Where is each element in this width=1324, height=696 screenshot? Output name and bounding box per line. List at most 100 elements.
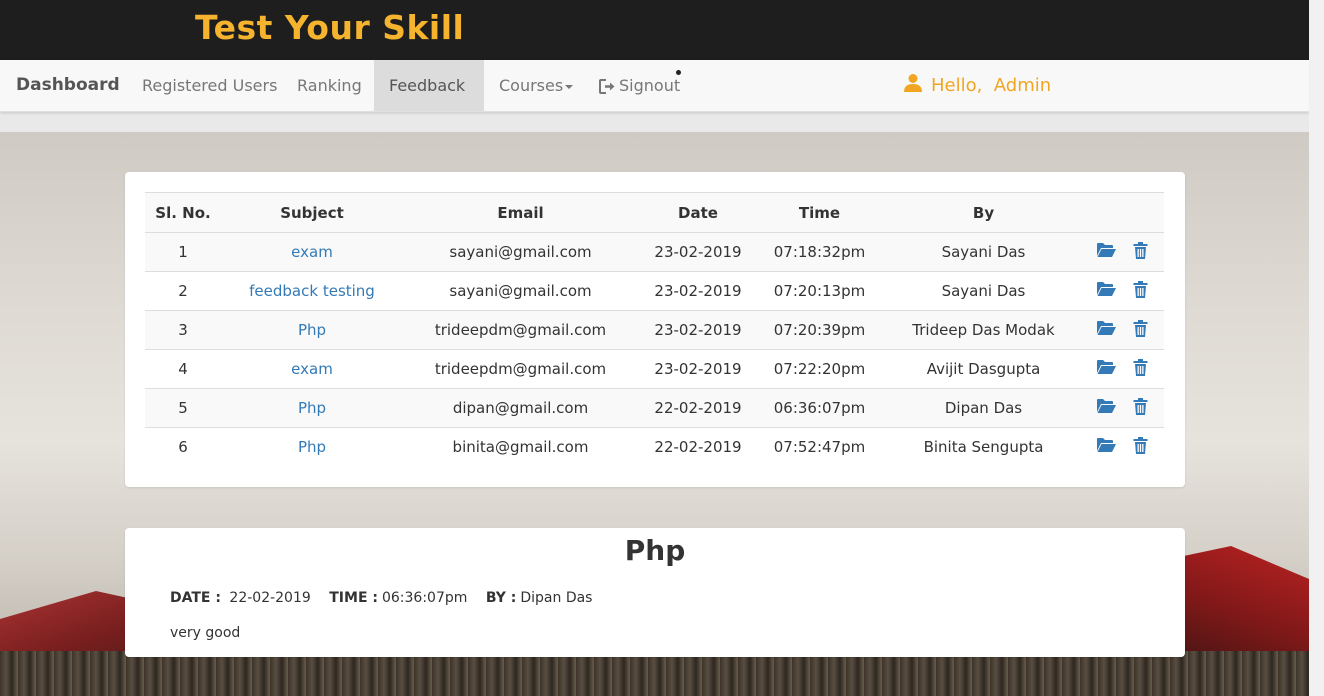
top-header: Test Your Skill [0,0,1309,60]
navbar: Dashboard Registered Users Ranking Feedb… [0,60,1309,112]
cell-time: 06:36:07pm [758,388,881,428]
open-folder-icon[interactable] [1096,242,1117,262]
table-row: 3 Php trideepdm@gmail.com 23-02-2019 07:20:3… [145,310,1164,350]
feedback-detail-panel: Php DATE : 22-02-2019 TIME :06:36:07pm B… [125,528,1185,657]
cell-actions [1086,388,1164,428]
nav-courses-label: Courses [499,76,564,95]
table-row: 4 exam trideepdm@gmail.com 23-02-2019 07:22:… [145,349,1164,389]
cell-sl-no: 3 [145,310,221,350]
cell-subject[interactable]: exam [221,349,403,389]
cell-time: 07:18:32pm [758,232,881,272]
cell-time: 07:22:20pm [758,349,881,389]
page-scrollbar[interactable] [1309,0,1324,696]
cell-actions [1086,310,1164,350]
cell-subject[interactable]: Php [221,427,403,467]
cell-sl-no: 2 [145,271,221,311]
cell-time: 07:20:13pm [758,271,881,311]
feedback-detail-title: Php [624,534,686,567]
cell-email: trideepdm@gmail.com [403,349,638,389]
table-row: 5 Php dipan@gmail.com 22-02-2019 06:36:07pm D… [145,388,1164,428]
date-label: DATE : [170,590,221,606]
open-folder-icon[interactable] [1096,398,1117,418]
cell-date: 23-02-2019 [638,232,758,272]
cell-date: 23-02-2019 [638,310,758,350]
feedback-table: Sl. No. Subject Email Date Time By 1 exam… [145,192,1164,467]
by-value: Dipan Das [520,590,593,606]
cell-subject[interactable]: Php [221,310,403,350]
user-icon [904,74,922,92]
cell-email: sayani@gmail.com [403,232,638,272]
cell-by: Trideep Das Modak [881,310,1086,350]
trash-icon[interactable] [1133,397,1148,419]
feedback-detail-meta: DATE : 22-02-2019 TIME :06:36:07pm BY :D… [170,590,592,606]
caret-down-icon [565,84,574,89]
nav-dashboard[interactable]: Dashboard [16,60,120,111]
cell-subject[interactable]: Php [221,388,403,428]
table-row: 2 feedback testing sayani@gmail.com 23-02-2… [145,271,1164,311]
cell-by: Dipan Das [881,388,1086,428]
table-row: 1 exam sayani@gmail.com 23-02-2019 07:18:32p… [145,232,1164,272]
cell-time: 07:20:39pm [758,310,881,350]
signout-icon [599,79,615,94]
nav-signout[interactable]: Signout [599,60,680,111]
cell-email: binita@gmail.com [403,427,638,467]
open-folder-icon[interactable] [1096,437,1117,457]
nav-ranking[interactable]: Ranking [297,60,362,111]
cell-by: Sayani Das [881,232,1086,272]
cell-subject[interactable]: exam [221,232,403,272]
nav-registered-users[interactable]: Registered Users [142,60,277,111]
table-row: 6 Php binita@gmail.com 22-02-2019 07:52:47pm… [145,427,1164,467]
cell-email: trideepdm@gmail.com [403,310,638,350]
cell-date: 23-02-2019 [638,271,758,311]
feedback-detail-message: very good [170,625,241,641]
cell-date: 23-02-2019 [638,349,758,389]
cell-time: 07:52:47pm [758,427,881,467]
cell-subject[interactable]: feedback testing [221,271,403,311]
trash-icon[interactable] [1133,241,1148,263]
col-header-sl-no: Sl. No. [145,192,221,233]
cell-actions [1086,427,1164,467]
by-label: BY : [485,590,517,606]
cell-sl-no: 6 [145,427,221,467]
cell-actions [1086,349,1164,389]
table-header-row: Sl. No. Subject Email Date Time By [145,192,1164,233]
nav-feedback[interactable]: Feedback [374,60,484,111]
nav-feedback-label: Feedback [389,76,466,95]
open-folder-icon[interactable] [1096,320,1117,340]
feedback-list-panel: Sl. No. Subject Email Date Time By 1 exam… [125,172,1185,487]
col-header-date: Date [638,192,758,233]
greeting-text: Hello, Admin [931,75,1052,96]
cell-sl-no: 5 [145,388,221,428]
trash-icon[interactable] [1133,319,1148,341]
col-header-time: Time [758,192,881,233]
time-label: TIME : [329,590,378,606]
cell-actions [1086,271,1164,311]
open-folder-icon[interactable] [1096,359,1117,379]
cell-sl-no: 1 [145,232,221,272]
open-folder-icon[interactable] [1096,281,1117,301]
cell-date: 22-02-2019 [638,427,758,467]
col-header-email: Email [403,192,638,233]
indicator-dot [676,70,681,75]
trash-icon[interactable] [1133,280,1148,302]
cell-date: 22-02-2019 [638,388,758,428]
cell-sl-no: 4 [145,349,221,389]
trash-icon[interactable] [1133,358,1148,380]
nav-signout-label: Signout [619,76,681,95]
col-header-subject: Subject [221,192,403,233]
cell-email: dipan@gmail.com [403,388,638,428]
nav-courses-dropdown[interactable]: Courses [499,60,574,111]
user-greeting[interactable]: Hello, Admin [903,60,1051,111]
col-header-actions [1086,192,1164,233]
date-value: 22-02-2019 [229,590,311,606]
roof-tiles-decoration [0,651,1309,696]
cell-by: Avijit Dasgupta [881,349,1086,389]
roof-right-decoration [1179,546,1309,656]
brand-title: Test Your Skill [195,8,465,47]
cell-by: Binita Sengupta [881,427,1086,467]
col-header-by: By [881,192,1086,233]
trash-icon[interactable] [1133,436,1148,458]
cell-by: Sayani Das [881,271,1086,311]
cell-actions [1086,232,1164,272]
time-value: 06:36:07pm [381,590,468,606]
